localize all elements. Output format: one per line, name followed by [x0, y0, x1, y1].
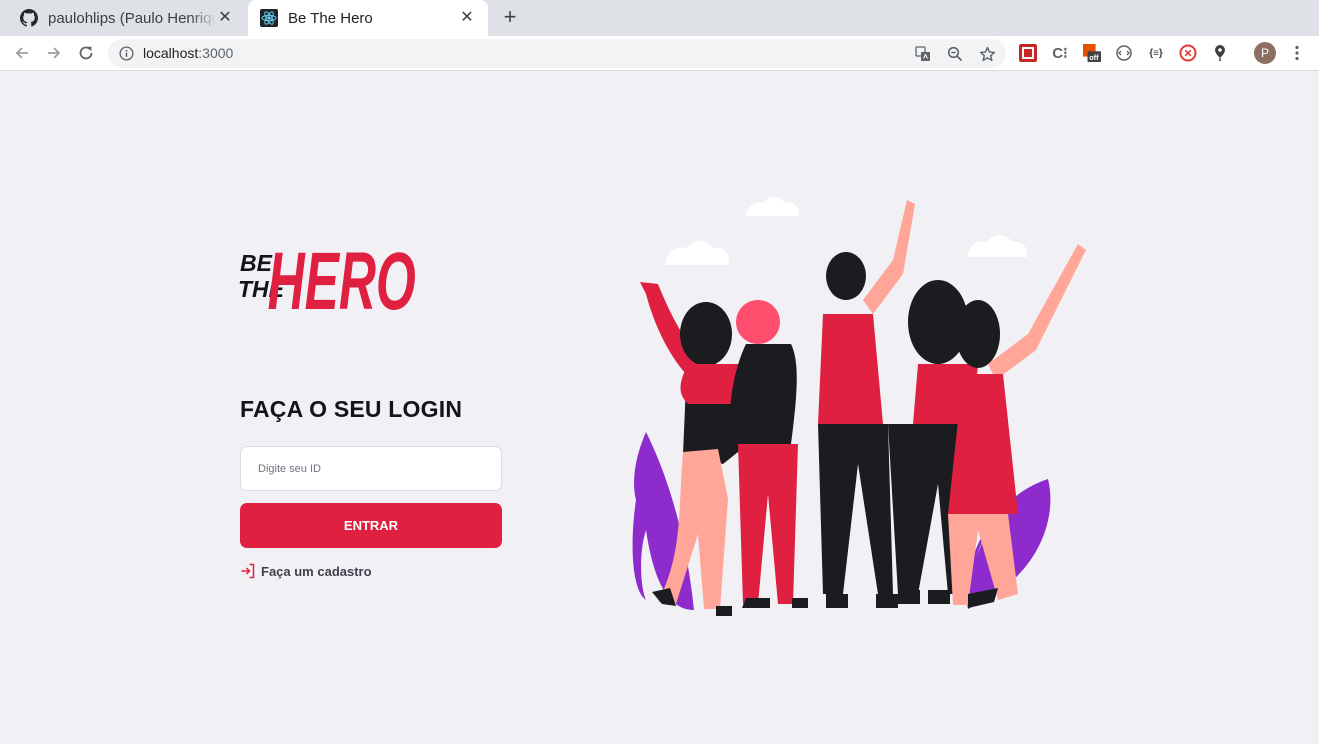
url-host: localhost: [143, 45, 199, 61]
url-text: localhost:3000: [143, 45, 233, 61]
map-pin-icon[interactable]: [1211, 44, 1229, 62]
tab-title: Be The Hero: [288, 9, 373, 27]
tab-title: paulohlips (Paulo Henrique: [48, 9, 216, 27]
github-icon: [20, 9, 38, 27]
browser-toolbar: localhost:3000 C⁝ off {≡} P: [0, 36, 1319, 71]
zoom-icon[interactable]: [946, 45, 964, 63]
info-icon[interactable]: [119, 46, 134, 61]
forward-button[interactable]: [42, 41, 66, 65]
extension-json[interactable]: {≡}: [1147, 44, 1165, 62]
tab-github[interactable]: paulohlips (Paulo Henrique ✕: [8, 0, 246, 36]
logo-main: HERO: [268, 235, 416, 319]
heroes-illustration: [632, 197, 1086, 616]
extension-lastpass[interactable]: [1179, 44, 1197, 62]
register-link-label: Faça um cadastro: [261, 563, 372, 579]
react-icon: [260, 9, 278, 27]
register-link[interactable]: Faça um cadastro: [240, 563, 372, 579]
extension-c[interactable]: C⁝: [1051, 44, 1069, 62]
bookmark-star-icon[interactable]: [978, 45, 996, 63]
new-tab-button[interactable]: +: [498, 6, 522, 30]
arrow-left-icon: [15, 47, 28, 59]
arrow-right-icon: [48, 47, 61, 59]
tab-be-the-hero[interactable]: Be The Hero ✕: [248, 0, 488, 36]
reload-icon: [79, 46, 93, 60]
url-port: :3000: [198, 45, 234, 61]
more-menu-icon[interactable]: [1288, 44, 1306, 62]
extension-1[interactable]: [1019, 44, 1037, 62]
login-title: FAÇA O SEU LOGIN: [240, 396, 463, 422]
close-icon[interactable]: ✕: [458, 9, 476, 27]
extension-devtools[interactable]: [1115, 44, 1133, 62]
extension-off-label: off: [1089, 53, 1099, 62]
be-the-hero-logo: BE THE HERO: [238, 235, 416, 319]
address-bar[interactable]: localhost:3000: [108, 39, 1006, 68]
login-button[interactable]: ENTRAR: [240, 503, 502, 548]
back-button[interactable]: [10, 41, 34, 65]
id-input[interactable]: [240, 446, 502, 491]
tab-strip: paulohlips (Paulo Henrique ✕ Be The Hero…: [0, 0, 1319, 36]
log-in-icon: [241, 563, 255, 579]
close-icon[interactable]: ✕: [216, 9, 234, 27]
profile-avatar[interactable]: P: [1254, 42, 1276, 64]
translate-icon[interactable]: [914, 45, 932, 63]
login-page: BE THE HERO FAÇA O SEU LOGIN ENTRAR Faça…: [0, 72, 1319, 744]
reload-button[interactable]: [74, 41, 98, 65]
person-2: [729, 300, 808, 608]
extension-off[interactable]: off: [1083, 44, 1101, 62]
